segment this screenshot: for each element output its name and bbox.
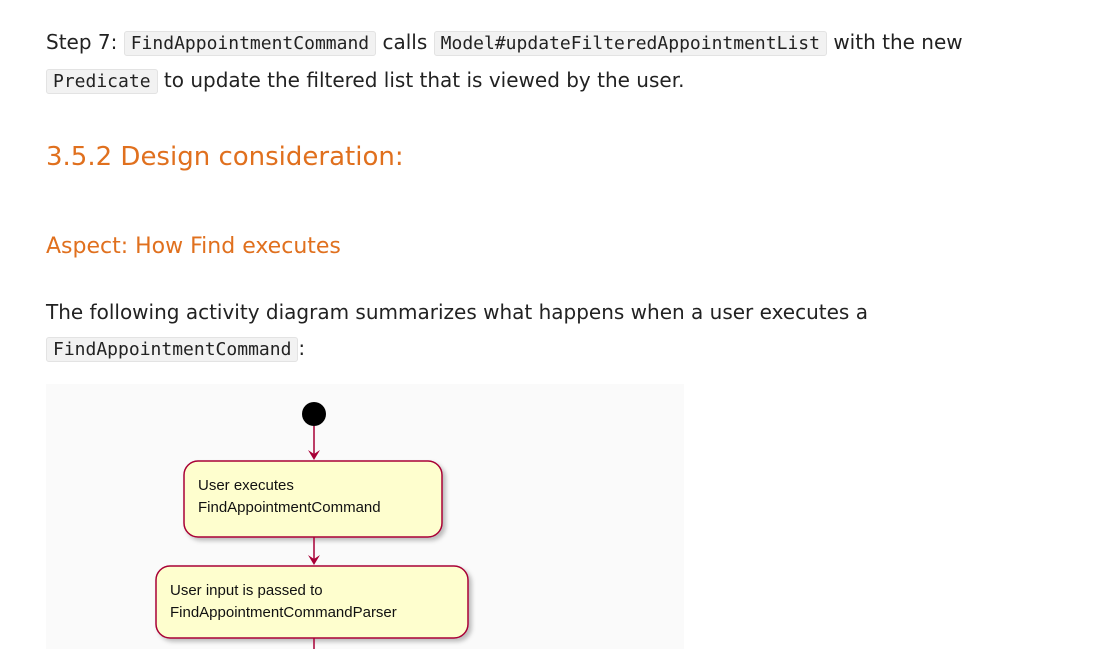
activity-intro-tail: : xyxy=(298,336,306,360)
activity-diagram: User executes FindAppointmentCommand Use… xyxy=(46,384,684,649)
step-7-paragraph: Step 7: FindAppointmentCommand calls Mod… xyxy=(46,24,1066,100)
activity-node-input-passed xyxy=(155,565,469,639)
step-7-text-calls: calls xyxy=(382,30,428,54)
step-7-lead: Step 7: xyxy=(46,30,118,54)
aspect-heading: Aspect: How Find executes xyxy=(46,234,341,259)
code-predicate: Predicate xyxy=(46,69,158,94)
node2-line2: FindAppointmentCommandParser xyxy=(170,604,397,621)
section-heading: 3.5.2 Design consideration: xyxy=(46,142,404,172)
code-update-filtered-list: Model#updateFilteredAppointmentList xyxy=(433,31,827,56)
step-7-text-tail: to update the filtered list that is view… xyxy=(163,68,685,92)
node1-line2: FindAppointmentCommand xyxy=(198,499,381,516)
activity-diagram-svg: User executes FindAppointmentCommand Use… xyxy=(155,402,469,649)
step-7-text-with-new: with the new xyxy=(833,30,963,54)
start-node xyxy=(302,402,326,426)
activity-intro-text: The following activity diagram summarize… xyxy=(46,300,868,324)
node1-line1: User executes xyxy=(198,477,294,494)
node2-line1: User input is passed to xyxy=(170,582,323,599)
activity-intro-paragraph: The following activity diagram summarize… xyxy=(46,294,1046,368)
code-find-appointment-command: FindAppointmentCommand xyxy=(123,31,377,56)
code-find-appointment-command-2: FindAppointmentCommand xyxy=(46,337,299,362)
